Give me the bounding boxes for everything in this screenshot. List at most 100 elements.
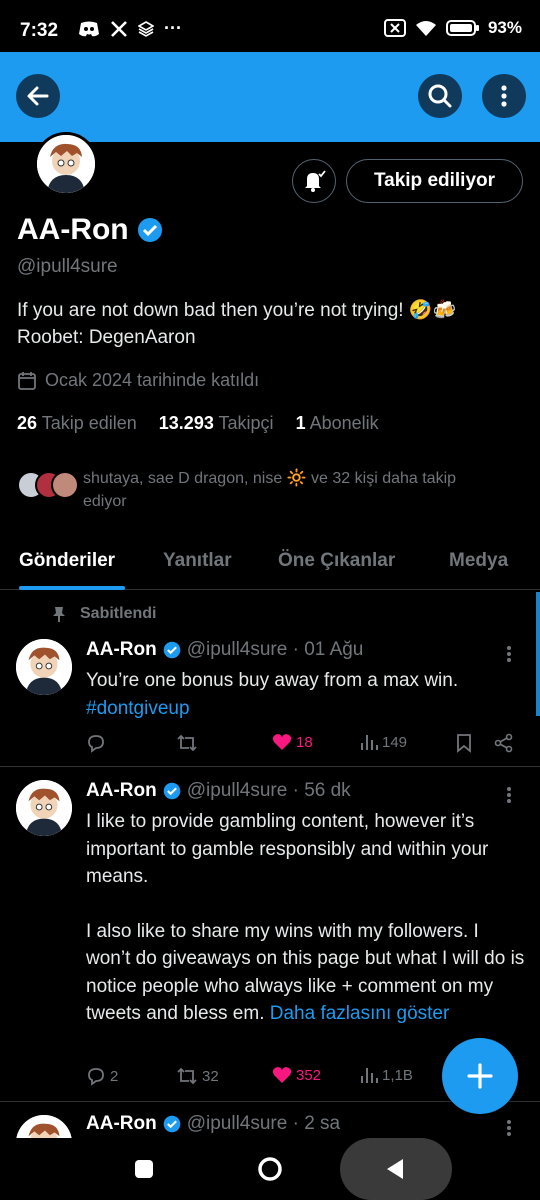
system-icons: 93% [383,18,522,38]
heart-filled-icon [272,1067,292,1083]
tweet-avatar[interactable] [16,780,72,836]
bookmark-icon [457,734,471,753]
tweet-author-name[interactable]: AA-Ron [86,780,157,802]
followers-you-know-text: shutaya, sae D dragon, nise 🔆 ve 32 kişi… [83,467,456,513]
profile-handle: @ipull4sure [17,256,118,277]
profile-name: AA-Ron [17,213,129,246]
more-notifications-indicator: ··· [164,18,182,38]
like-count: 352 [296,1066,322,1084]
retweet-icon [177,1067,197,1085]
more-options-button[interactable] [482,74,526,118]
more-vertical-icon [501,85,507,107]
verified-badge-icon [163,1115,181,1133]
subscriptions-count: 1 [295,413,306,433]
tweet-more-icon[interactable] [506,786,512,804]
tweet-text: I like to provide gambling content, howe… [86,808,526,1028]
subscriptions-stat[interactable]: 1 Abonelik [296,413,379,434]
calendar-icon [18,371,36,390]
notifications-bell-button[interactable] [292,159,336,203]
hashtag-link[interactable]: #dontgiveup [86,695,526,723]
following-stat[interactable]: 26 Takip edilen [17,413,137,434]
reply-count: 2 [110,1067,119,1085]
retweet-button[interactable]: 32 [176,1066,219,1086]
back-button[interactable] [16,74,60,118]
bell-check-icon [305,170,326,192]
followers-you-know-line: ediyor [83,493,127,510]
profile-name-row: AA-Ron [17,213,163,247]
bookmark-button[interactable] [456,733,472,753]
share-button[interactable] [494,733,514,753]
following-count: 26 [17,413,38,433]
followers-count: 13.293 [158,413,214,433]
followers-label: Takipçi [218,413,274,433]
bio-line: If you are not down bad then you’re not … [17,300,457,321]
x-logo-icon [111,20,127,37]
compose-button[interactable] [442,1038,518,1114]
views-chart-icon [361,1068,378,1083]
tweet-text: You’re one bonus buy away from a max win… [86,667,526,722]
back-nav-icon[interactable] [383,1156,407,1182]
joined-date: Ocak 2024 tarihinde katıldı [17,370,259,391]
verified-badge-icon [163,641,181,659]
cartoon-avatar-image [16,1115,72,1138]
pin-icon [53,607,65,622]
followers-you-know[interactable]: shutaya, sae D dragon, nise 🔆 ve 32 kişi… [17,467,517,513]
tweet-header: AA-Ron @ipull4sure · 2 sa [86,1113,340,1135]
search-button[interactable] [418,74,462,118]
sim-error-icon [383,19,406,37]
cartoon-avatar-image [16,639,72,695]
like-count: 18 [296,733,313,751]
tweet-body: You’re one bonus buy away from a max win… [86,670,459,691]
tweet-author-name[interactable]: AA-Ron [86,1113,157,1135]
search-icon [428,84,452,108]
battery-icon [445,20,479,36]
tweet-handle-time: @ipull4sure · 56 dk [186,780,351,801]
tweet-avatar[interactable] [16,639,72,695]
system-navigation-bar [0,1138,540,1200]
following-label: Takip edilen [41,413,137,433]
tweet-avatar[interactable] [16,1115,72,1138]
tweet-handle-time: @ipull4sure · 01 Ağu [186,639,364,660]
active-tab-indicator [19,586,125,590]
profile-avatar[interactable] [34,132,98,196]
like-button[interactable]: 352 [272,1066,321,1084]
avatar [51,471,79,499]
cartoon-avatar-image [37,135,95,193]
profile-stats: 26 Takip edilen 13.293 Takipçi 1 Aboneli… [17,413,379,434]
views-button[interactable]: 149 [360,733,407,751]
tweet-pinned[interactable]: Sabitlendi AA-Ron @ipull4sure · 01 Ağu Y… [0,591,540,767]
followers-stat[interactable]: 13.293 Takipçi [159,413,274,434]
tab-replies[interactable]: Yanıtlar [163,550,232,572]
discord-icon [79,21,99,36]
tweet-author-name[interactable]: AA-Ron [86,639,157,661]
bio-line: Roobet: DegenAaron [17,327,196,348]
plus-icon [467,1063,493,1089]
reply-button[interactable] [86,733,106,753]
home-icon[interactable] [257,1156,283,1182]
recents-icon[interactable] [133,1158,155,1180]
wifi-icon [415,21,436,36]
reply-button[interactable]: 2 [86,1066,118,1086]
tweet-body: I also like to share my wins with my fol… [86,918,526,1028]
subscriptions-label: Abonelik [309,413,379,433]
retweet-button[interactable] [176,733,198,753]
following-button[interactable]: Takip ediliyor [346,159,523,203]
pinned-text: Sabitlendi [80,605,157,622]
show-more-link[interactable]: Daha fazlasını göster [270,1003,450,1024]
view-count: 149 [382,733,408,751]
tweet-actions: 18 149 [86,733,526,757]
tweet-more-icon[interactable] [506,1119,512,1137]
tab-media[interactable]: Medya [449,550,508,572]
tab-highlights[interactable]: Öne Çıkanlar [278,550,395,572]
retweet-count: 32 [202,1067,219,1085]
tweet-more-icon[interactable] [506,645,512,663]
verified-badge-icon [163,782,181,800]
views-chart-icon [361,735,378,750]
followers-you-know-line: shutaya, sae D dragon, nise 🔆 ve 32 kişi… [83,470,457,487]
views-button[interactable]: 1,1B [360,1066,413,1084]
status-time: 7:32 [20,20,59,41]
tab-posts[interactable]: Gönderiler [19,550,115,572]
tweet-header: AA-Ron @ipull4sure · 01 Ağu [86,639,363,661]
like-button[interactable]: 18 [272,733,313,751]
